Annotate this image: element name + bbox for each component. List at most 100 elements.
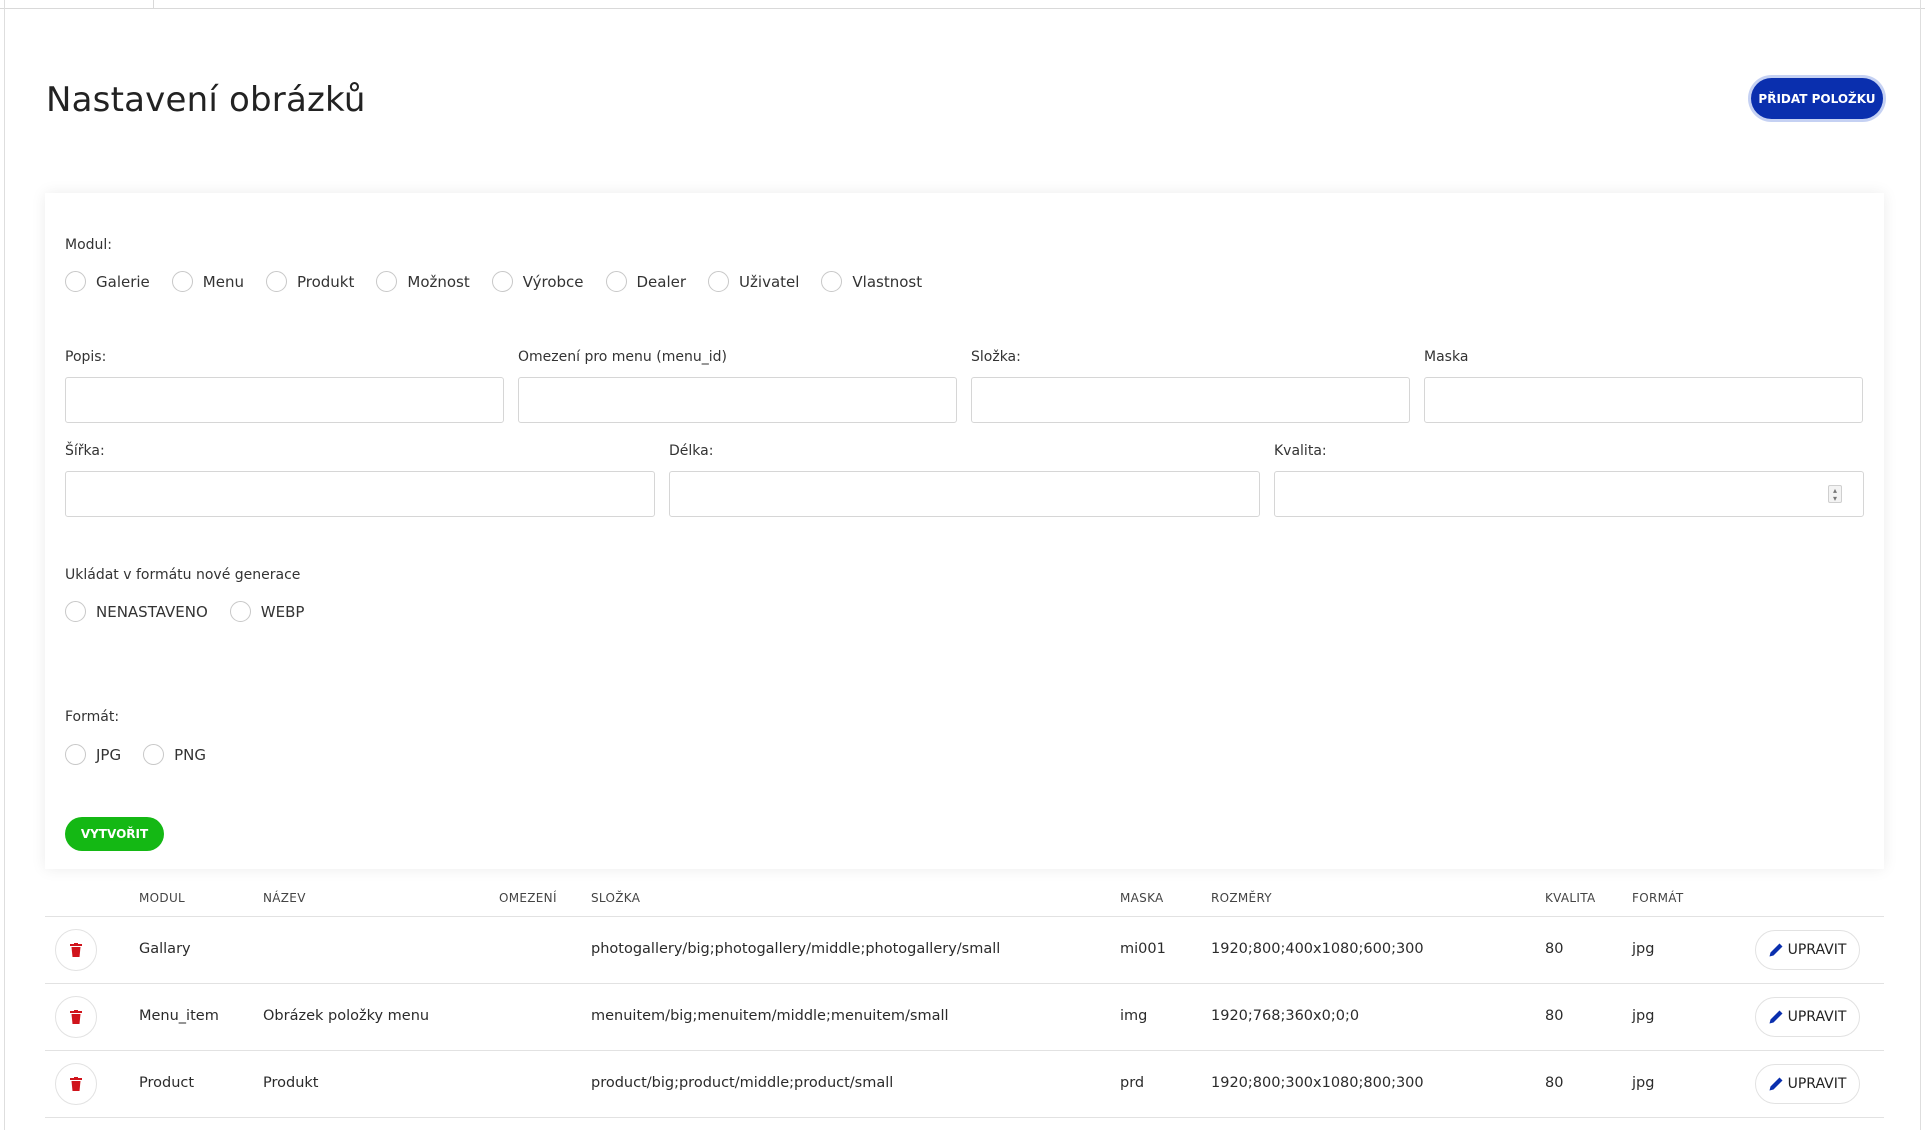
page-title: Nastavení obrázků	[46, 80, 366, 120]
pencil-icon	[1769, 1077, 1783, 1091]
maska-label: Maska	[1424, 349, 1469, 365]
radio-circle[interactable]	[265, 271, 287, 292]
cell-format: jpg	[1632, 941, 1655, 957]
radio-galerie[interactable]: Galerie	[65, 271, 150, 292]
radio-dealer[interactable]: Dealer	[605, 271, 686, 292]
table-row: Menu_item Obrázek položky menu menuitem/…	[45, 984, 1884, 1051]
cell-kvalita: 80	[1545, 941, 1564, 957]
cell-slozka: menuitem/big;menuitem/middle;menuitem/sm…	[591, 1008, 949, 1024]
radio-moznost[interactable]: Možnost	[376, 271, 470, 292]
header-slozka: SLOŽKA	[591, 891, 641, 905]
header-rozmery: ROZMĚRY	[1211, 891, 1272, 905]
top-tab-bar	[0, 0, 1925, 9]
delete-button[interactable]	[55, 996, 97, 1038]
create-form-card: Modul: Galerie Menu Produkt Možnost Výro…	[45, 193, 1884, 869]
cell-rozmery: 1920;768;360x0;0;0	[1211, 1008, 1360, 1024]
trash-icon	[70, 1077, 82, 1091]
trash-icon	[70, 943, 82, 957]
radio-jpg[interactable]: JPG	[65, 744, 121, 765]
table-row: Product Produkt product/big;product/midd…	[45, 1051, 1884, 1118]
cell-nazev: Obrázek položky menu	[263, 1008, 430, 1024]
radio-nenastaveno[interactable]: NENASTAVENO	[65, 601, 208, 622]
header-omezeni: OMEZENÍ	[499, 891, 557, 905]
format-radio-group: JPG PNG	[65, 744, 228, 765]
radio-circle[interactable]	[65, 271, 86, 292]
trash-icon	[70, 1010, 82, 1024]
radio-produkt[interactable]: Produkt	[265, 271, 354, 292]
radio-uzivatel[interactable]: Uživatel	[708, 271, 799, 292]
add-item-button[interactable]: PŘIDAT POLOŽKU	[1751, 78, 1883, 119]
maska-input[interactable]	[1424, 377, 1863, 423]
cell-maska: prd	[1120, 1075, 1145, 1091]
pencil-icon	[1769, 943, 1783, 957]
image-settings-table: MODUL NÁZEV OMEZENÍ SLOŽKA MASKA ROZMĚRY…	[45, 876, 1884, 1118]
create-button[interactable]: VYTVOŘIT	[65, 817, 164, 851]
edit-label: UPRAVIT	[1787, 942, 1847, 958]
edit-button[interactable]: UPRAVIT	[1755, 930, 1860, 970]
kvalita-stepper-icon[interactable]: ▴ ▾	[1828, 485, 1842, 503]
modul-radio-group: Galerie Menu Produkt Možnost Výrobce Dea…	[65, 271, 944, 292]
cell-modul: Product	[139, 1075, 195, 1091]
next-gen-label: Ukládat v formátu nové generace	[65, 567, 301, 583]
radio-webp[interactable]: WEBP	[229, 601, 304, 622]
radio-circle[interactable]	[65, 744, 86, 765]
radio-menu[interactable]: Menu	[171, 271, 244, 292]
edit-label: UPRAVIT	[1787, 1076, 1847, 1092]
sirka-input[interactable]	[65, 471, 655, 517]
table-header: MODUL NÁZEV OMEZENÍ SLOŽKA MASKA ROZMĚRY…	[45, 876, 1884, 917]
omezeni-input[interactable]	[518, 377, 957, 423]
cell-rozmery: 1920;800;300x1080;800;300	[1211, 1075, 1424, 1091]
edit-label: UPRAVIT	[1787, 1009, 1847, 1025]
cell-format: jpg	[1632, 1075, 1655, 1091]
cell-rozmery: 1920;800;400x1080;600;300	[1211, 941, 1424, 957]
popis-label: Popis:	[65, 349, 107, 365]
radio-circle[interactable]	[376, 271, 398, 292]
cell-slozka: product/big;product/middle;product/small	[591, 1075, 894, 1091]
sirka-label: Šířka:	[65, 443, 105, 459]
modul-label: Modul:	[65, 237, 113, 253]
radio-circle[interactable]	[708, 271, 730, 292]
cell-maska: img	[1120, 1008, 1148, 1024]
radio-circle[interactable]	[605, 271, 627, 292]
cell-nazev: Produkt	[263, 1075, 319, 1091]
slozka-input[interactable]	[971, 377, 1410, 423]
radio-vlastnost[interactable]: Vlastnost	[821, 271, 922, 292]
cell-format: jpg	[1632, 1008, 1655, 1024]
format-label: Formát:	[65, 709, 120, 725]
slozka-label: Složka:	[971, 349, 1021, 365]
radio-circle[interactable]	[229, 601, 251, 622]
pencil-icon	[1769, 1010, 1783, 1024]
header-kvalita: KVALITA	[1545, 891, 1596, 905]
delka-label: Délka:	[669, 443, 714, 459]
radio-png[interactable]: PNG	[143, 744, 206, 765]
delete-button[interactable]	[55, 929, 97, 971]
radio-circle[interactable]	[143, 744, 165, 765]
tab-divider	[153, 0, 154, 9]
edit-button[interactable]: UPRAVIT	[1755, 997, 1860, 1037]
cell-modul: Menu_item	[139, 1008, 219, 1024]
kvalita-input[interactable]	[1274, 471, 1864, 517]
right-border	[1920, 0, 1921, 1130]
popis-input[interactable]	[65, 377, 504, 423]
header-format: FORMÁT	[1632, 891, 1684, 905]
radio-vyrobce[interactable]: Výrobce	[491, 271, 584, 292]
delete-button[interactable]	[55, 1063, 97, 1105]
radio-circle[interactable]	[65, 601, 86, 622]
left-border	[4, 0, 5, 1130]
radio-circle[interactable]	[821, 271, 843, 292]
header-modul: MODUL	[139, 891, 186, 905]
radio-circle[interactable]	[171, 271, 193, 292]
edit-button[interactable]: UPRAVIT	[1755, 1064, 1860, 1104]
next-gen-radio-group: NENASTAVENO WEBP	[65, 601, 326, 622]
cell-kvalita: 80	[1545, 1075, 1564, 1091]
cell-modul: Gallary	[139, 941, 191, 957]
kvalita-label: Kvalita:	[1274, 443, 1327, 459]
cell-slozka: photogallery/big;photogallery/middle;pho…	[591, 941, 1001, 957]
delka-input[interactable]	[669, 471, 1260, 517]
omezeni-label: Omezení pro menu (menu_id)	[518, 349, 727, 365]
cell-maska: mi001	[1120, 941, 1166, 957]
radio-circle[interactable]	[491, 271, 513, 292]
header-nazev: NÁZEV	[263, 891, 306, 905]
header-maska: MASKA	[1120, 891, 1164, 905]
table-row: Gallary photogallery/big;photogallery/mi…	[45, 917, 1884, 984]
